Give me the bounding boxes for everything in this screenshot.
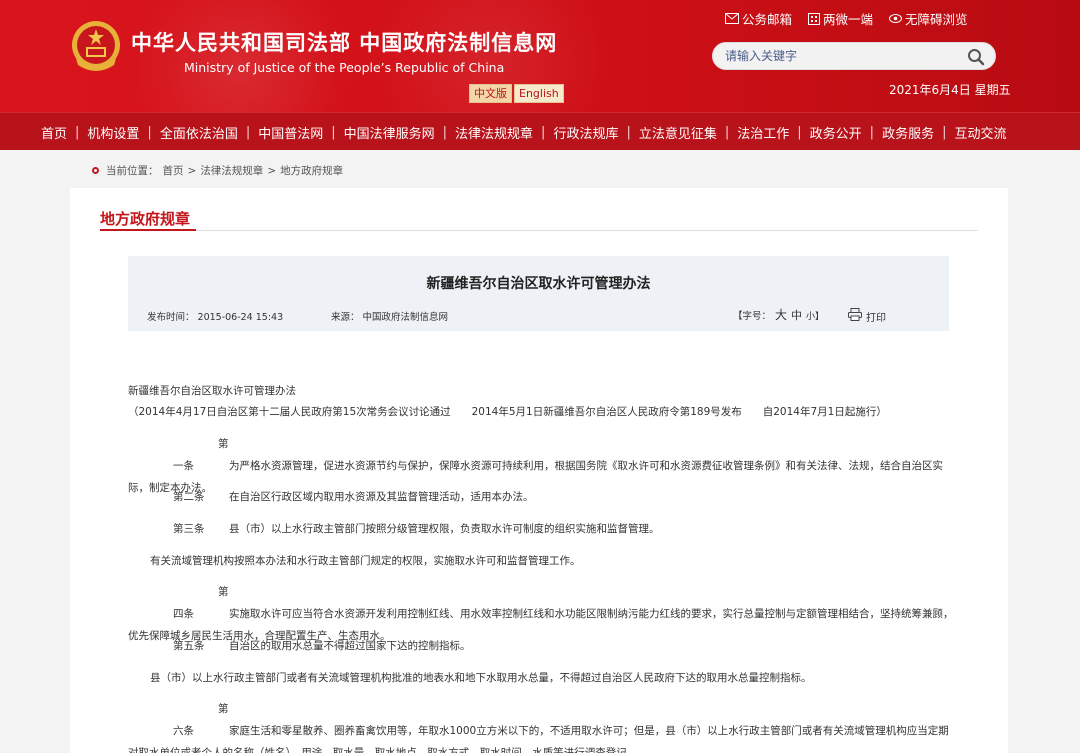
nav-item-interaction[interactable]: 互动交流 [948,123,1012,142]
section-divider [100,230,978,231]
article-number: 第六条 [173,703,229,737]
article-number: 第三条 [173,523,205,535]
nav-item-opinions[interactable]: 立法意见征集 | [633,123,731,142]
breadcrumb-item-home[interactable]: 首页 [163,163,184,178]
body-title: 新疆维吾尔自治区取水许可管理办法 [128,385,296,397]
national-emblem-icon [70,19,122,73]
accessibility-label: 无障碍浏览 [905,12,968,27]
lang-english-button[interactable]: English [514,84,564,103]
print-button[interactable]: 打印 [848,308,886,324]
article-2: 第二条 在自治区行政区域内取用水资源及其监督管理活动，适用本办法。 [128,486,958,508]
section-title: 地方政府规章 [100,210,191,228]
breadcrumb-item-laws[interactable]: 法律法规规章 [200,163,263,178]
nav-item-organization[interactable]: 机构设置 | [81,123,153,142]
body-issuance-note: （2014年4月17日自治区第十二届人民政府第15次常务会议讨论通过 2014年… [128,406,887,418]
article-number: 第五条 [173,640,205,652]
official-mailbox-label: 公务邮箱 [742,12,793,27]
eye-icon [889,14,903,23]
breadcrumb-separator: > [267,164,277,177]
article-header: 新疆维吾尔自治区取水许可管理办法 发布时间： 2015-06-24 15:43 … [128,256,949,331]
article-text: 在自治区行政区域内取用水资源及其监督管理活动，适用本办法。 [229,491,534,503]
breadcrumb-label: 当前位置： [106,165,159,177]
nav-item-gov-services[interactable]: 政务服务 | [876,123,948,142]
nav-item-rule-of-law[interactable]: 全面依法治国 | [154,123,252,142]
font-size-label: 【字号： [733,311,772,322]
lang-chinese-button[interactable]: 中文版 [469,84,512,103]
article-number: 第一条 [173,438,229,472]
font-size-small-button[interactable]: 小】 [806,309,824,322]
article-6: 第六条 家庭生活和零星散养、圈养畜禽饮用等，年取水1000立方米以下的，不适用取水… [128,698,958,753]
print-icon [848,308,862,324]
nav-item-legal-service[interactable]: 中国法律服务网 | [338,123,449,142]
nav-item-home[interactable]: 首页 | [35,123,81,142]
nav-item-legal-work[interactable]: 法治工作 | [731,123,803,142]
main-navigation: 首页 | 机构设置 | 全面依法治国 | 中国普法网 | 中国法律服务网 | 法律法规规章… [0,112,1080,150]
font-size-large-button[interactable]: 大 [775,306,787,323]
font-size-switch: 【字号： 大 中 小】 [733,306,824,323]
official-mailbox-link[interactable]: 公务邮箱 [725,9,792,28]
section-title-underline [100,229,196,231]
weibo-wechat-label: 两微一端 [823,12,874,27]
language-switch: 中文版 English [469,84,564,103]
article-text: 县（市）以上水行政主管部门按照分级管理权限，负责取水许可制度的组织实施和监督管理… [229,523,660,535]
search-box [712,42,996,70]
top-links: 公务邮箱 两微一端 无障碍浏览 [725,9,968,28]
current-date: 2021年6月4日 星期五 [889,83,1011,97]
breadcrumb: 当前位置： 首页 > 法律法规规章 > 地方政府规章 [92,163,343,178]
breadcrumb-separator: > [187,164,197,177]
site-subtitle: Ministry of Justice of the People’s Repu… [184,60,505,75]
article-text: 自治区的取用水总量不得超过国家下达的控制指标。 [229,640,471,652]
location-dot-icon [92,167,99,174]
search-input[interactable] [725,47,955,65]
nav-item-admin-regulations[interactable]: 行政法规库 | [547,123,632,142]
article-5: 第五条 自治区的取用水总量不得超过国家下达的控制指标。 [128,635,958,657]
article-number: 第二条 [173,491,205,503]
breadcrumb-item-local-rules[interactable]: 地方政府规章 [280,163,343,178]
main-content: 地方政府规章 新疆维吾尔自治区取水许可管理办法 发布时间： 2015-06-24… [70,188,1008,753]
publish-time: 发布时间： 2015-06-24 15:43 [147,312,284,323]
font-size-medium-button[interactable]: 中 [791,307,802,323]
nav-item-pufa[interactable]: 中国普法网 | [252,123,337,142]
site-title[interactable]: 中华人民共和国司法部 中国政府法制信息网 [131,27,557,57]
article-number: 第四条 [173,586,229,620]
search-icon[interactable] [967,48,985,70]
article-title: 新疆维吾尔自治区取水许可管理办法 [426,276,651,292]
weibo-wechat-link[interactable]: 两微一端 [808,9,873,28]
article-3: 第三条 县（市）以上水行政主管部门按照分级管理权限，负责取水许可制度的组织实施和监… [128,518,958,540]
nav-item-gov-affairs[interactable]: 政务公开 | [804,123,876,142]
nav-item-laws[interactable]: 法律法规规章 | [449,123,547,142]
print-label: 打印 [866,312,886,324]
mail-icon [725,13,739,24]
article-text: 家庭生活和零星散养、圈养畜禽饮用等，年取水1000立方米以下的，不适用取水许可；… [128,725,949,753]
article-3-paragraph-2: 有关流域管理机构按照本办法和水行政主管部门规定的权限，实施取水许可和监督管理工作… [150,555,581,567]
site-header: 中华人民共和国司法部 中国政府法制信息网 Ministry of Justice… [0,0,1080,112]
article-5-paragraph-2: 县（市）以上水行政主管部门或者有关流域管理机构批准的地表水和地下水取用水总量，不… [150,672,812,684]
article-source: 来源： 中国政府法制信息网 [331,312,449,323]
weibo-wechat-icon [808,12,821,25]
accessibility-link[interactable]: 无障碍浏览 [889,9,968,28]
